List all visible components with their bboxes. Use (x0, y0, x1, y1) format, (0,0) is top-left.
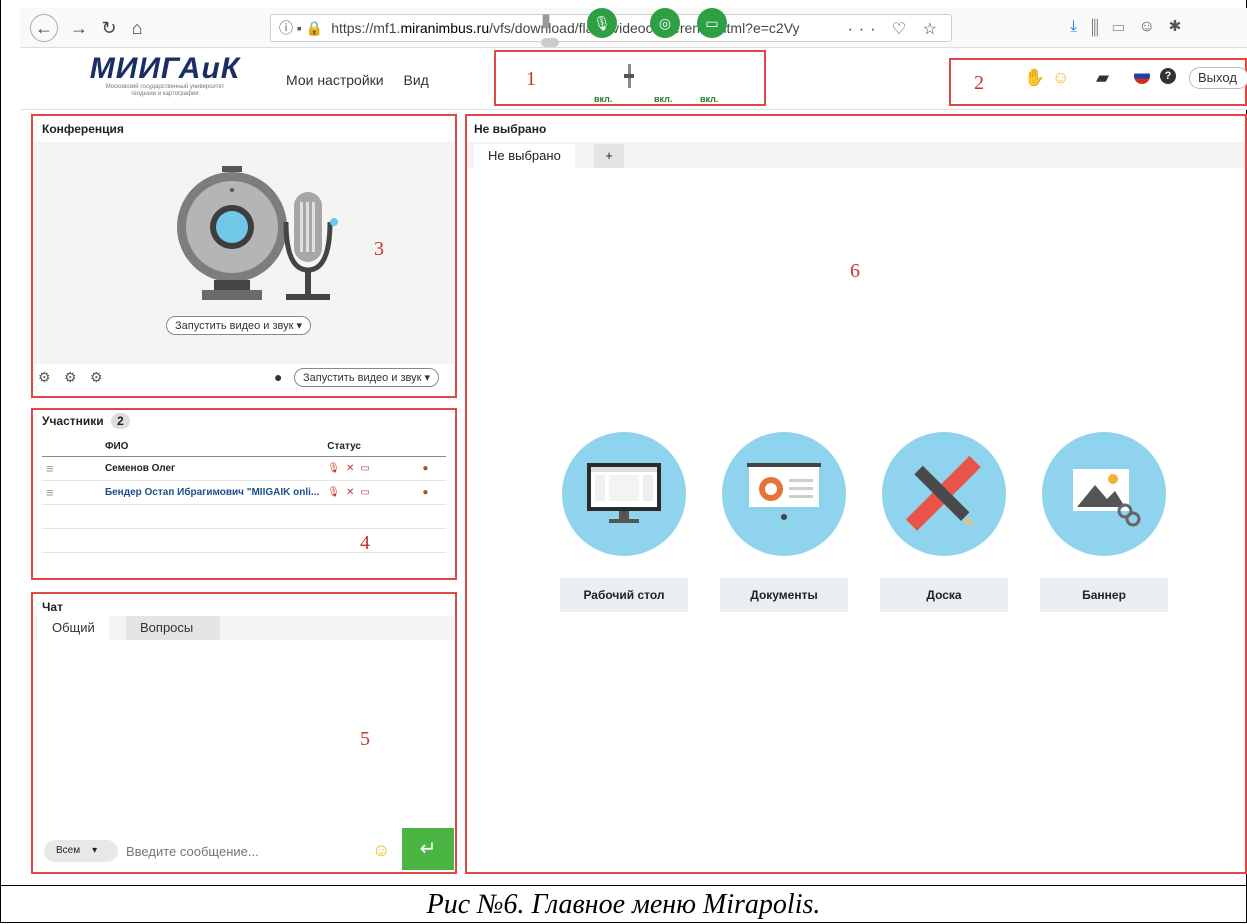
download-icon[interactable]: ⤓ (1070, 18, 1091, 35)
banner-tile[interactable] (1042, 432, 1166, 556)
library-icon[interactable]: ⫼ (1091, 18, 1112, 35)
mic-toggle[interactable] (541, 38, 559, 47)
volume-knob[interactable] (624, 74, 634, 78)
url-rest: /vfs/download/flash/videoconference.html… (489, 20, 800, 36)
university-logo: МИИГАиК Московский государственный униве… (70, 54, 260, 98)
main-menu: Мои настройки Вид (286, 72, 445, 88)
whiteboard-tile[interactable] (882, 432, 1006, 556)
browser-extensions: ⤓⫼▭☺✱ (1070, 18, 1195, 36)
raise-hand-icon[interactable]: ✋ (1024, 68, 1045, 88)
browser-toolbar: ← → ↻ ⌂ ⓘ ▪ 🔒 https://mf1. miranimbus.ru /… (20, 8, 1247, 48)
highlight-box-4 (31, 408, 457, 580)
account-icon[interactable]: ☺ (1139, 18, 1169, 35)
reload-icon[interactable]: ↻ (96, 15, 122, 41)
exit-button[interactable]: Выход (1189, 67, 1247, 89)
extension-icon[interactable]: ✱ (1169, 18, 1195, 35)
microphone-device-icon[interactable]: ▮ (541, 10, 551, 31)
microphone-status: вкл. (594, 94, 613, 104)
desktop-monitor-icon (587, 463, 661, 523)
screen-share-button[interactable]: ▭ (697, 8, 727, 38)
highlight-box-3 (31, 114, 457, 398)
label-2: 2 (974, 72, 984, 94)
camera-status: вкл. (654, 94, 673, 104)
url-prefix: https://mf1. (331, 20, 401, 36)
presentation-icon (747, 463, 821, 520)
monitor-icon: ▭ (705, 14, 719, 31)
back-icon[interactable]: ← (30, 14, 58, 42)
menu-view[interactable]: Вид (403, 72, 428, 88)
help-icon[interactable]: ? (1160, 68, 1176, 84)
logo-subtitle-2: геодезии и картографии (131, 91, 199, 97)
desktop-button[interactable]: Рабочий стол (560, 578, 688, 612)
banner-button[interactable]: Баннер (1040, 578, 1168, 612)
whiteboard-button[interactable]: Доска (880, 578, 1008, 612)
page-actions-icon[interactable]: ··· ♡ ☆ (847, 19, 943, 39)
camera-button[interactable]: ◎ (650, 8, 680, 38)
home-icon[interactable]: ⌂ (124, 15, 150, 41)
url-domain: miranimbus.ru (400, 20, 490, 36)
pencil-ruler-icon (905, 455, 981, 531)
figure-caption: Рис №6. Главное меню Mirapolis. (0, 885, 1247, 923)
label-1: 1 (526, 68, 536, 90)
documents-tile[interactable] (722, 432, 846, 556)
folder-icon[interactable]: ▰ (1096, 68, 1109, 88)
language-flag-icon[interactable] (1134, 68, 1150, 84)
menu-my-settings[interactable]: Мои настройки (286, 72, 384, 88)
highlight-box-5 (31, 592, 457, 874)
microphone-icon: 🎙 (593, 14, 611, 31)
microphone-button[interactable]: 🎙 (587, 8, 617, 38)
sidebar-icon[interactable]: ▭ (1112, 18, 1138, 35)
camera-icon: ◎ (658, 14, 672, 31)
screen-share-status: вкл. (700, 94, 719, 104)
site-info-icon[interactable]: ⓘ ▪ 🔒 (279, 18, 323, 38)
forward-icon[interactable]: → (66, 15, 92, 41)
documents-button[interactable]: Документы (720, 578, 848, 612)
desktop-tile[interactable] (562, 432, 686, 556)
logo-text: МИИГАиК (89, 52, 241, 85)
emotion-icon[interactable]: ☺ (1052, 68, 1069, 88)
image-link-icon (1073, 469, 1141, 527)
logo-subtitle-1: Московский государственный университет (105, 84, 225, 90)
